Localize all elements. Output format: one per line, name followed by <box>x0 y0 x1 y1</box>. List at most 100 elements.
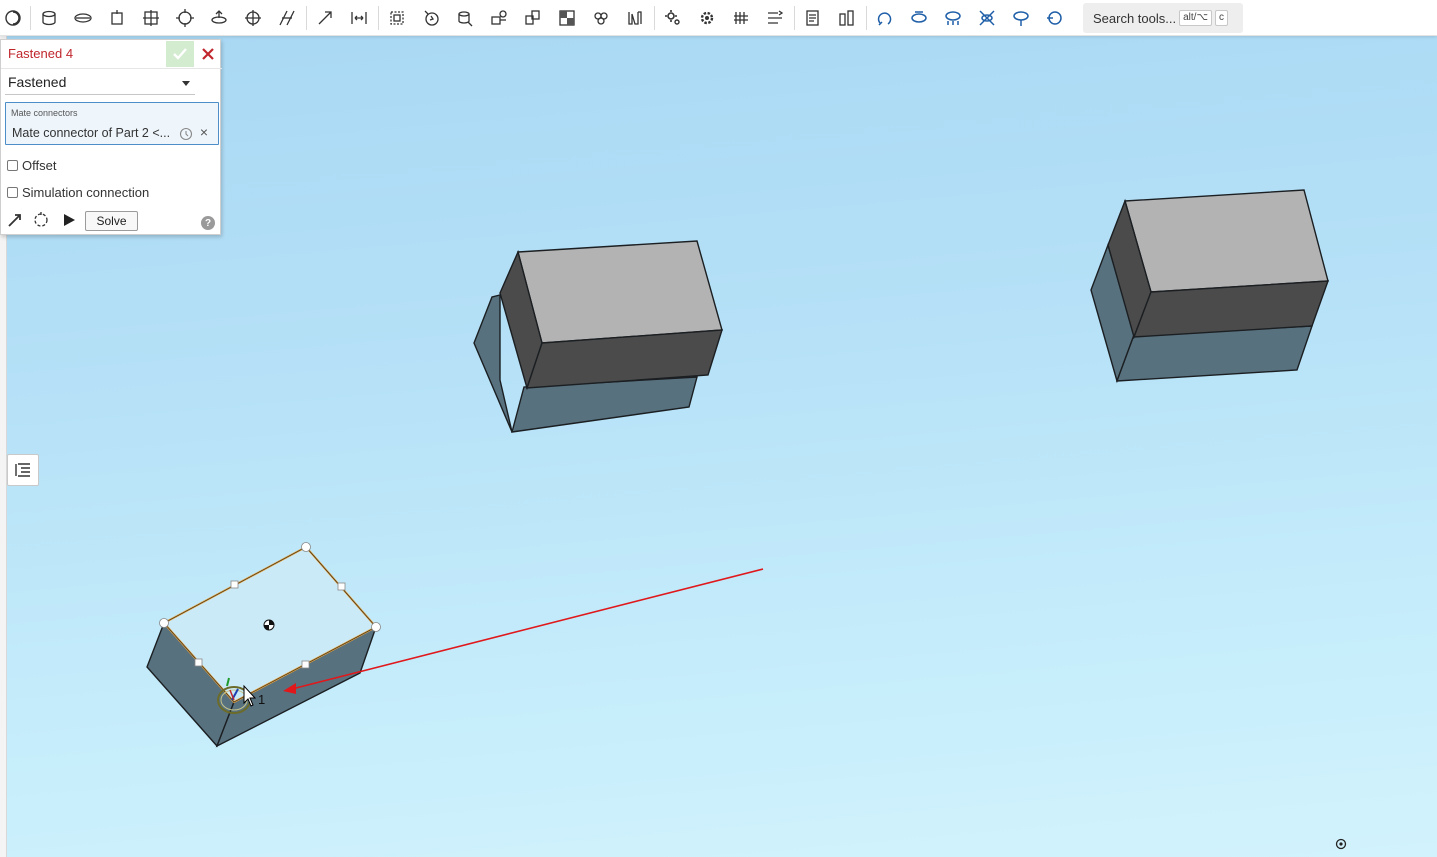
rotate-axis-button[interactable] <box>906 5 932 31</box>
toolbar-separator <box>378 6 379 30</box>
part-assembly-right[interactable] <box>1090 189 1330 384</box>
display-states-button[interactable] <box>588 5 614 31</box>
mate-connectors-label: Mate connectors <box>11 108 78 118</box>
toolbar-separator <box>866 6 867 30</box>
mate-feature-dialog: Fastened 4 Fastened Mate connectors Mate… <box>0 39 222 235</box>
fastened-mate-button[interactable] <box>0 5 26 31</box>
checkbox-box[interactable] <box>7 186 18 198</box>
mate-connector-selection[interactable]: Mate connector of Part 2 <... <box>12 126 170 140</box>
orient-icon <box>979 10 995 26</box>
spin-button[interactable] <box>1008 5 1034 31</box>
mate-type-value: Fastened <box>8 74 67 90</box>
reorient-secondary-axis-button[interactable] <box>31 210 51 230</box>
rotate-button[interactable] <box>872 5 898 31</box>
offset-label: Offset <box>22 157 57 173</box>
help-icon[interactable]: ? <box>201 216 215 230</box>
cylindrical-mate-button[interactable] <box>104 5 130 31</box>
toolbar-separator <box>306 6 307 30</box>
dialog-title: Fastened 4 <box>8 46 74 61</box>
mass-properties-button[interactable] <box>800 5 826 31</box>
screw-relation-icon <box>700 11 714 25</box>
flip-button[interactable] <box>834 5 860 31</box>
shortcut-key-c: c <box>1214 10 1228 26</box>
transform-icon <box>945 11 961 25</box>
toolbar: Search tools... alt/⌥ c <box>0 0 1437 36</box>
ball-mate-icon <box>176 9 194 27</box>
rotate-axis-icon <box>911 11 927 23</box>
connector-index-label: 1 <box>258 692 265 707</box>
tangent-mate-button[interactable] <box>274 5 300 31</box>
spin-icon <box>1013 11 1029 26</box>
measure-button[interactable] <box>762 5 788 31</box>
mass-properties-icon <box>806 10 819 26</box>
insert-button[interactable] <box>418 5 444 31</box>
linear-relation-icon <box>734 12 748 24</box>
rack-pinion-icon <box>665 10 680 25</box>
orient-button[interactable] <box>974 5 1000 31</box>
linear-pattern-button[interactable] <box>486 5 512 31</box>
revolute-mate-button[interactable] <box>36 5 62 31</box>
toolbar-separator <box>30 6 31 30</box>
ball-mate-button[interactable] <box>172 5 198 31</box>
fastened-mate-icon <box>5 10 21 26</box>
solve-button[interactable]: Solve <box>85 211 138 231</box>
rack-pinion-button[interactable] <box>660 5 686 31</box>
transform-button[interactable] <box>940 5 966 31</box>
mate-connectors-field[interactable]: Mate connectors Mate connector of Part 2… <box>5 102 219 145</box>
center-of-mass-icon <box>263 619 275 631</box>
part-selected-bottom[interactable] <box>146 542 381 748</box>
cancel-button[interactable] <box>197 43 219 65</box>
slider-mate-button[interactable] <box>70 5 96 31</box>
pin-slot-mate-icon <box>211 10 227 24</box>
group-icon <box>351 12 367 24</box>
spin-around-button[interactable] <box>1042 5 1068 31</box>
planar-mate-button[interactable] <box>138 5 164 31</box>
gear-relation-button[interactable] <box>622 5 648 31</box>
screw-relation-button[interactable] <box>694 5 720 31</box>
history-clock-icon[interactable] <box>179 127 193 141</box>
list-icon <box>15 463 30 477</box>
linear-relation-button[interactable] <box>728 5 754 31</box>
group-button[interactable] <box>346 5 372 31</box>
mate-features-list-button[interactable] <box>7 454 39 486</box>
measure-icon <box>768 10 784 24</box>
section-view-icon <box>525 10 540 25</box>
shortcut-key-alt: alt/⌥ <box>1179 10 1212 26</box>
explode-button[interactable] <box>554 5 580 31</box>
chevron-down-icon <box>182 81 190 86</box>
close-icon <box>202 48 214 60</box>
part-assembly-middle[interactable] <box>473 240 723 433</box>
simulation-connection-checkbox[interactable]: Simulation connection <box>7 184 149 200</box>
remove-selection-icon[interactable]: × <box>198 124 210 140</box>
toolbar-separator <box>794 6 795 30</box>
offset-checkbox[interactable]: Offset <box>7 157 56 173</box>
parallel-mate-button[interactable] <box>240 5 266 31</box>
dialog-divider <box>1 68 222 69</box>
revolute-mate-icon <box>42 10 56 26</box>
section-view-button[interactable] <box>520 5 546 31</box>
width-mate-icon <box>318 11 332 25</box>
pin-slot-mate-button[interactable] <box>206 5 232 31</box>
width-mate-button[interactable] <box>312 5 338 31</box>
flip-axis-icon <box>8 214 21 227</box>
search-placeholder: Search tools... <box>1093 10 1177 26</box>
gear-relation-icon <box>628 11 642 25</box>
mate-type-select[interactable]: Fastened <box>5 70 195 95</box>
mate-connector-button[interactable] <box>384 5 410 31</box>
toolbar-separator <box>654 6 655 30</box>
simulation-connection-label: Simulation connection <box>22 184 150 200</box>
flip-primary-axis-button[interactable] <box>5 210 25 230</box>
accept-button[interactable] <box>166 41 194 67</box>
checkbox-box[interactable] <box>7 159 18 171</box>
cylindrical-mate-icon <box>111 10 123 25</box>
view-target-icon[interactable] <box>1335 838 1347 850</box>
checkmark-icon <box>173 48 187 60</box>
animate-button[interactable] <box>59 210 79 230</box>
play-icon <box>64 214 75 226</box>
replicate-button[interactable] <box>452 5 478 31</box>
spin-around-icon <box>1047 11 1062 25</box>
replicate-icon <box>458 11 473 27</box>
reorient-axis-icon <box>34 212 48 227</box>
rotate-icon <box>877 12 892 26</box>
search-tools-input[interactable]: Search tools... alt/⌥ c <box>1083 3 1243 33</box>
